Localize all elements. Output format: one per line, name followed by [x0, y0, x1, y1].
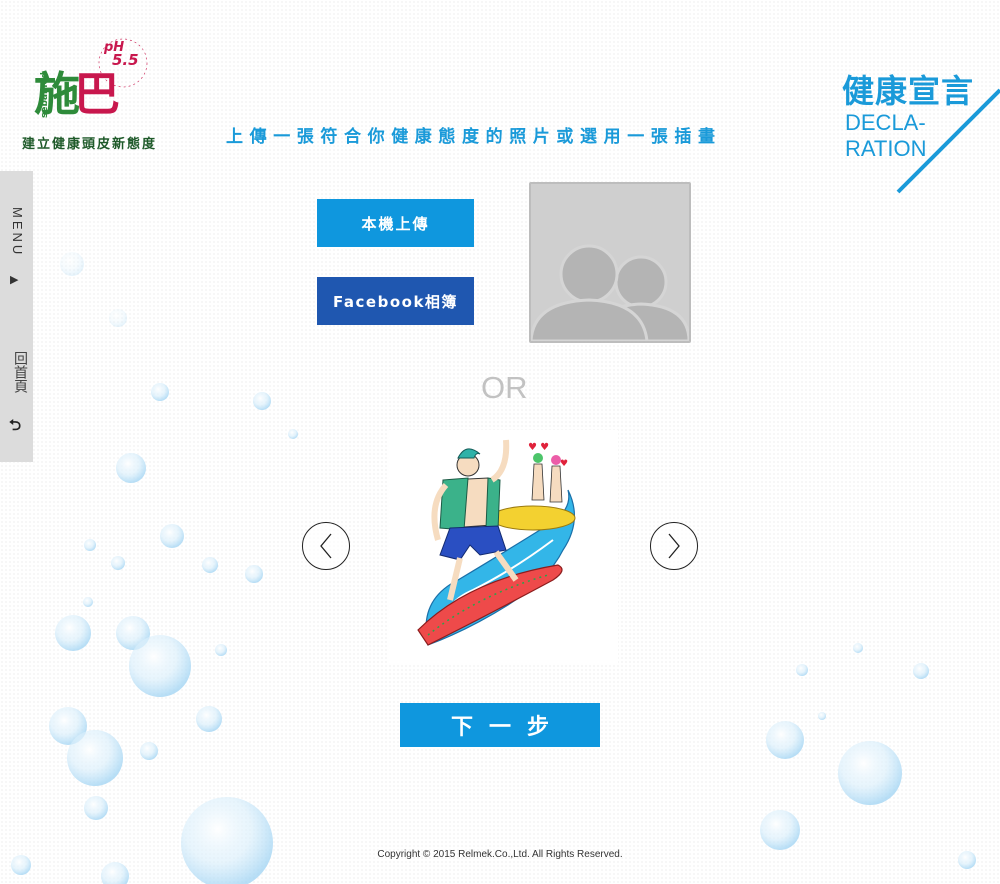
- default-avatar-icon: [531, 244, 689, 341]
- return-icon[interactable]: ⮌: [9, 415, 21, 440]
- home-link[interactable]: 回首頁: [9, 351, 28, 400]
- local-upload-button[interactable]: 本機上傳: [317, 199, 474, 247]
- carousel-prev-button[interactable]: [302, 522, 350, 570]
- declaration-title: 健康宣言: [842, 72, 975, 110]
- home-label: 回首頁: [12, 351, 28, 393]
- photo-placeholder: [529, 182, 691, 343]
- declaration-subtitle: DECLA- RATION: [845, 110, 926, 162]
- menu-label: MENU: [10, 207, 25, 258]
- declaration-sub-line1: DECLA-: [845, 110, 926, 135]
- next-step-button[interactable]: 下一步: [400, 703, 600, 747]
- chevron-right-icon: [668, 533, 680, 559]
- or-divider: OR: [481, 370, 528, 405]
- carousel-next-button[interactable]: [650, 522, 698, 570]
- menu-arrow-icon[interactable]: ▶: [10, 273, 18, 286]
- side-menu: MENU ▶ 回首頁 ⮌: [0, 171, 33, 462]
- surfer-illustration-icon: ♥ ♥ ♥: [417, 439, 576, 646]
- declaration-sub-line2: RATION: [845, 136, 927, 161]
- svg-text:♥: ♥: [560, 459, 568, 469]
- facebook-album-button[interactable]: Facebook相簿: [317, 277, 474, 325]
- chevron-left-icon: [320, 533, 332, 559]
- illustration-surfer[interactable]: ♥ ♥ ♥: [388, 430, 618, 665]
- menu-toggle[interactable]: MENU: [9, 207, 25, 261]
- svg-text:♥ ♥: ♥ ♥: [528, 442, 549, 453]
- copyright-text: Copyright © 2015 Relmek.Co.,Ltd. All Rig…: [377, 849, 623, 860]
